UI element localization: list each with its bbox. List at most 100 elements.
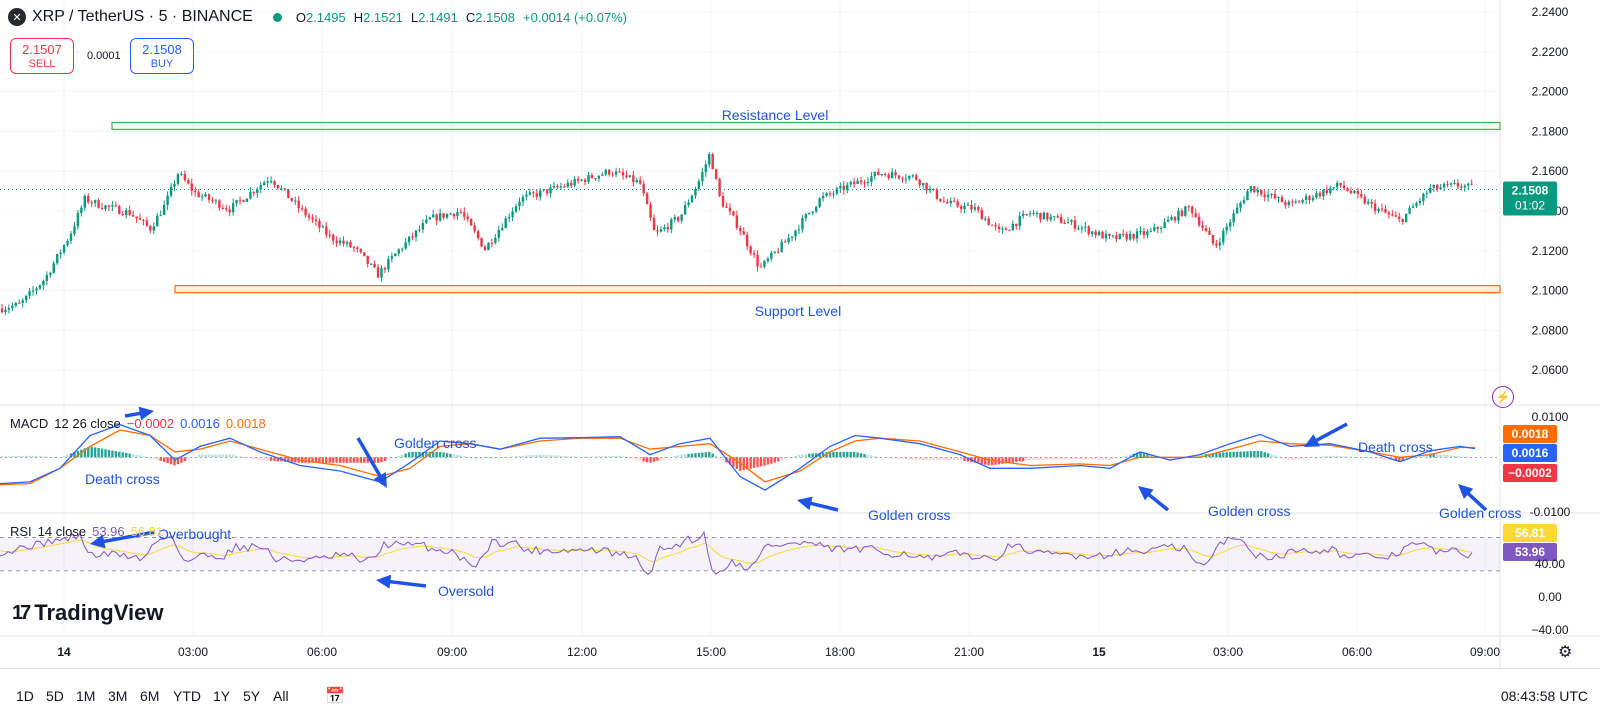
settings-gear-icon[interactable]: ⚙: [1558, 642, 1572, 662]
xrp-logo-icon: ✕: [8, 8, 26, 26]
range-button-5d[interactable]: 5D: [46, 688, 64, 704]
macd-histogram-bar: [649, 457, 652, 463]
range-button-1y[interactable]: 1Y: [213, 688, 230, 704]
candle-body: [1263, 194, 1266, 198]
candle-body: [1387, 212, 1391, 215]
candle-body: [728, 207, 732, 212]
candle-body: [1115, 235, 1118, 240]
macd-histogram-bar: [953, 457, 956, 461]
macd-histogram-bar: [908, 457, 911, 460]
candle-body: [1380, 208, 1384, 210]
rsi-legend[interactable]: RSI 14 close 53.96 56.81: [10, 524, 163, 539]
candle-body: [1339, 183, 1342, 186]
candle-body: [997, 226, 1001, 230]
candle-body: [93, 200, 97, 204]
candle-body: [1142, 231, 1146, 236]
candle-body: [673, 217, 676, 220]
macd-histogram-bar: [221, 454, 224, 458]
candle-body: [763, 260, 766, 267]
candle-body: [1132, 233, 1135, 239]
macd-histogram-bar: [1015, 457, 1018, 462]
macd-histogram-bar: [1094, 457, 1097, 460]
candle-body: [363, 252, 366, 256]
range-button-1m[interactable]: 1M: [76, 688, 95, 704]
macd-histogram-bar: [915, 457, 918, 460]
candle-body: [1028, 213, 1032, 215]
macd-histogram-bar: [652, 457, 656, 462]
candle-body: [131, 214, 135, 217]
candle-body: [511, 211, 514, 218]
candle-body: [414, 230, 418, 238]
range-button-5y[interactable]: 5Y: [243, 688, 260, 704]
time-tick-label: 06:00: [307, 645, 337, 659]
candle-body: [228, 209, 231, 213]
utc-clock[interactable]: 08:43:58 UTC: [1501, 688, 1588, 704]
macd-histogram-bar: [380, 457, 383, 463]
candle-body: [307, 215, 311, 218]
macd-histogram-bar: [1046, 457, 1049, 460]
candle-body: [318, 220, 321, 228]
candle-body: [97, 200, 100, 208]
candle-body: [280, 188, 283, 190]
candle-body: [718, 178, 721, 196]
macd-histogram-bar: [128, 453, 131, 458]
macd-histogram-bar: [252, 457, 256, 459]
candle-body: [214, 200, 218, 202]
candle-body: [915, 175, 918, 180]
buy-button[interactable]: 2.1508 BUY: [130, 38, 194, 74]
candle-body: [1218, 242, 1222, 246]
candle-body: [839, 185, 842, 189]
macd-histogram-bar: [925, 457, 928, 461]
macd-histogram-bar: [452, 454, 456, 458]
symbol-title[interactable]: XRP / TetherUS · 5 · BINANCE: [32, 8, 253, 26]
low-value: 2.1491: [418, 9, 458, 25]
candle-body: [928, 188, 932, 191]
candle-body: [1053, 216, 1056, 218]
candle-body: [49, 272, 52, 275]
chart-canvas[interactable]: 2.24002.22002.20002.18002.16002.14002.12…: [0, 0, 1600, 716]
macd-histogram-bar: [487, 457, 490, 459]
candle-body: [176, 174, 180, 184]
candle-body: [597, 175, 601, 179]
macd-histogram-bar: [97, 447, 100, 458]
annotation-golden-cross-2: Golden cross: [868, 507, 950, 523]
time-tick-label: 03:00: [1213, 645, 1243, 659]
macd-histogram-bar: [856, 452, 859, 458]
macd-histogram-bar: [859, 453, 863, 458]
candle-body: [173, 183, 176, 187]
candle-body: [1329, 188, 1332, 194]
macd-histogram-bar: [946, 457, 949, 461]
candle-body: [145, 220, 149, 226]
range-button-3m[interactable]: 3M: [108, 688, 127, 704]
macd-histogram-bar: [1342, 456, 1346, 458]
candle-body: [1225, 226, 1228, 231]
candle-body: [187, 180, 190, 184]
candle-body: [121, 214, 124, 216]
range-button-all[interactable]: All: [273, 688, 289, 704]
macd-histogram-bar: [442, 452, 445, 458]
macd-histogram-bar: [897, 457, 901, 459]
candle-body: [614, 171, 618, 175]
macd-histogram-bar: [1049, 457, 1052, 460]
macd-histogram-bar: [680, 454, 683, 458]
candle-body: [476, 231, 480, 239]
macd-histogram-bar: [356, 457, 359, 463]
calendar-icon[interactable]: 📅: [325, 686, 345, 706]
range-button-6m[interactable]: 6M: [140, 688, 159, 704]
candle-body: [852, 181, 856, 184]
candle-body: [452, 213, 456, 217]
candle-body: [535, 193, 538, 197]
candle-body: [884, 174, 887, 176]
macd-legend[interactable]: MACD 12 26 close −0.0002 0.0016 0.0018: [10, 416, 266, 431]
flash-icon[interactable]: ⚡: [1492, 386, 1514, 408]
candle-body: [1046, 212, 1049, 220]
macd-histogram-bar: [787, 457, 790, 459]
candle-body: [369, 263, 373, 265]
range-button-ytd[interactable]: YTD: [173, 688, 201, 704]
candle-body: [390, 256, 394, 259]
macd-histogram-bar: [1260, 451, 1263, 458]
candle-body: [263, 182, 266, 186]
range-button-1d[interactable]: 1D: [16, 688, 34, 704]
sell-button[interactable]: 2.1507 SELL: [10, 38, 74, 74]
candle-body: [114, 205, 118, 207]
